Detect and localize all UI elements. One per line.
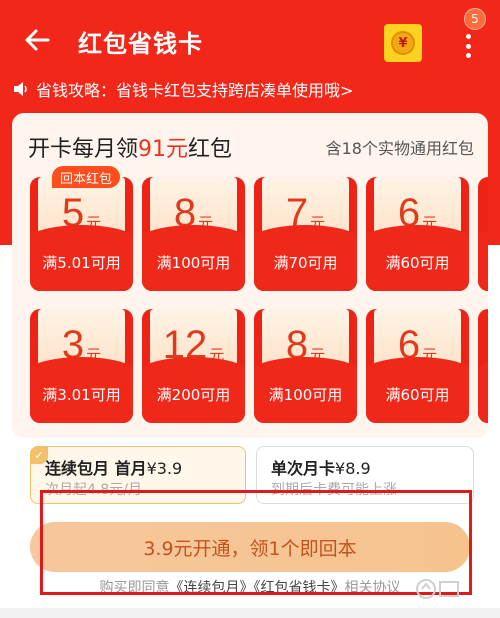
back-button[interactable] <box>20 22 56 58</box>
plan-name: 连续包月 首月 <box>45 459 147 478</box>
red-packet-coupon[interactable]: 6元 满60可用 <box>366 309 469 423</box>
red-packet-coupon[interactable]: 6元 满60可用 <box>366 177 469 291</box>
more-menu-button[interactable] <box>456 28 480 64</box>
coupon-condition: 满70可用 <box>273 254 338 272</box>
red-packet-coupon[interactable]: 5元 满5.01可用 <box>30 177 133 291</box>
notification-badge: 5 <box>464 8 486 30</box>
coin-button[interactable]: ¥ <box>384 24 422 62</box>
watermark-logo <box>414 574 464 604</box>
payback-tag: 回本红包 <box>52 166 121 188</box>
plan-price: ¥3.9 <box>146 459 183 478</box>
coupon-condition: 满60可用 <box>385 386 450 404</box>
more-dot-icon <box>465 43 471 49</box>
more-dot-icon <box>465 34 471 39</box>
coin-icon: ¥ <box>391 31 415 55</box>
red-packet-coupon-partial[interactable] <box>478 177 488 291</box>
red-packet-coupon-partial[interactable] <box>478 309 488 423</box>
coupon-condition: 满200可用 <box>156 386 231 404</box>
plan-name: 单次月卡 <box>271 459 336 478</box>
coupon-condition: 满100可用 <box>268 386 343 404</box>
coupon-condition: 满60可用 <box>385 254 450 272</box>
header: 红包省钱卡 ¥ 5 <box>0 0 500 82</box>
card-title: 开卡每月领91元红包 <box>28 137 233 162</box>
red-packet-coupon[interactable]: 12 元 满200可用 <box>142 309 245 423</box>
coupon-condition: 满3.01可用 <box>42 386 121 404</box>
notice-bar[interactable]: 省钱攻略：省钱卡红包支持跨店凑单使用哦> <box>12 76 353 102</box>
speaker-icon <box>14 82 27 96</box>
more-dot-icon <box>465 53 471 58</box>
red-packet-coupon[interactable]: 3元 满3.01可用 <box>30 309 133 423</box>
red-packet-coupon[interactable]: 7元 满70可用 <box>254 177 357 291</box>
red-packet-coupon[interactable]: 8元 满100可用 <box>142 177 245 291</box>
red-packet-coupon[interactable]: 8元 满100可用 <box>254 309 357 423</box>
page-title: 红包省钱卡 <box>78 30 203 58</box>
coupon-condition: 满5.01可用 <box>42 254 121 272</box>
highlight-box <box>40 490 472 595</box>
card-title-amount: 91元 <box>138 137 189 162</box>
coupon-card: 开卡每月领91元红包 含18个实物通用红包 5元 满5.01可用 8元 满100… <box>12 113 488 438</box>
notice-text: 省钱攻略：省钱卡红包支持跨店凑单使用哦> <box>36 81 354 100</box>
bottom-bar <box>0 608 500 618</box>
arrow-left-icon <box>25 29 50 51</box>
coupon-condition: 满100可用 <box>156 254 231 272</box>
plan-price: ¥8.9 <box>335 459 371 478</box>
card-subtitle: 含18个实物通用红包 <box>325 139 474 158</box>
